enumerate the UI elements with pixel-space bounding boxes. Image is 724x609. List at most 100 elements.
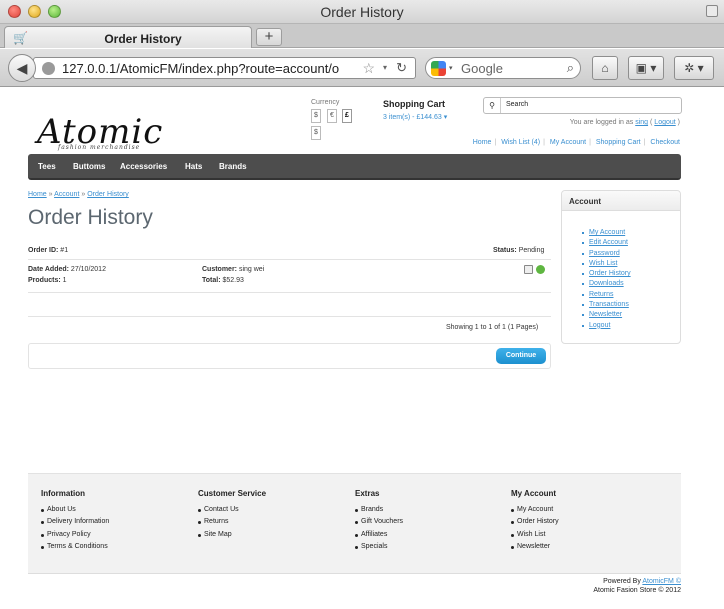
- sidebar-item-edit-account[interactable]: Edit Account: [582, 238, 631, 248]
- reload-icon[interactable]: ↻: [396, 60, 407, 76]
- top-link-my-account[interactable]: My Account: [550, 139, 586, 146]
- site-search-input[interactable]: Search: [506, 101, 528, 108]
- sidebar-link[interactable]: Edit Account: [589, 239, 628, 246]
- footer-link[interactable]: Specials: [354, 541, 403, 553]
- order-total: Total: $52.93: [202, 277, 244, 284]
- divider: [28, 316, 551, 317]
- browser-search-box[interactable]: ▾ Google ⌕: [425, 57, 581, 79]
- chevron-down-icon[interactable]: ▾: [444, 114, 448, 121]
- search-icon[interactable]: ⚲: [484, 98, 501, 113]
- footer-link[interactable]: Brands: [354, 504, 403, 516]
- breadcrumb-home[interactable]: Home: [28, 191, 47, 198]
- footer-link[interactable]: Delivery Information: [40, 516, 109, 528]
- sidebar-link[interactable]: My Account: [589, 229, 625, 236]
- sidebar-links: My Account Edit Account Password Wish Li…: [582, 228, 631, 331]
- fullscreen-icon[interactable]: [706, 5, 718, 17]
- google-icon[interactable]: [431, 61, 446, 76]
- powered-by: Powered By AtomicFM © Atomic Fasion Stor…: [593, 577, 681, 595]
- window-titlebar: Order History: [0, 0, 724, 24]
- cart-summary-text[interactable]: 3 item(s) - £144.63: [383, 114, 442, 121]
- globe-icon: [42, 62, 55, 75]
- view-order-icon[interactable]: [524, 265, 533, 274]
- home-button[interactable]: ⌂: [592, 56, 618, 80]
- sidebar-item-order-history[interactable]: Order History: [582, 269, 631, 279]
- footer-link[interactable]: Returns: [197, 516, 266, 528]
- window-title: Order History: [320, 4, 404, 20]
- top-link-wishlist[interactable]: Wish List (4): [501, 139, 540, 146]
- tab-order-history[interactable]: 🛒 Order History: [4, 26, 252, 48]
- address-bar[interactable]: 127.0.0.1/AtomicFM/index.php?route=accou…: [33, 57, 416, 79]
- footer-column-extras: Extras Brands Gift Vouchers Affiliates S…: [354, 489, 403, 554]
- menu-item-accessories[interactable]: Accessories: [120, 162, 167, 171]
- browser-toolbar: 127.0.0.1/AtomicFM/index.php?route=accou…: [0, 49, 724, 87]
- currency-other[interactable]: $: [311, 126, 321, 140]
- footer-link[interactable]: Wish List: [511, 529, 559, 541]
- bookmarks-menu-button[interactable]: ▣ ▾: [628, 56, 664, 80]
- sidebar-item-returns[interactable]: Returns: [582, 290, 631, 300]
- buttons-bar: Continue: [28, 343, 551, 369]
- menu-item-tees[interactable]: Tees: [38, 162, 56, 171]
- sidebar-item-my-account[interactable]: My Account: [582, 228, 631, 238]
- search-icon[interactable]: ⌕: [567, 60, 574, 76]
- sidebar-title: Account: [562, 191, 680, 211]
- footer-column-title: My Account: [511, 489, 557, 498]
- sidebar-link[interactable]: Downloads: [589, 280, 624, 287]
- breadcrumb-order-history[interactable]: Order History: [87, 191, 129, 198]
- search-engine-dropdown-icon[interactable]: ▾: [449, 64, 453, 72]
- sidebar-link[interactable]: Wish List: [589, 260, 617, 267]
- footer-link[interactable]: Newsletter: [511, 541, 559, 553]
- sidebar-link[interactable]: Transactions: [589, 301, 629, 308]
- bookmark-star-icon[interactable]: ☆: [362, 60, 375, 77]
- breadcrumb: Home » Account » Order History: [28, 191, 129, 198]
- sidebar-link[interactable]: Returns: [589, 291, 614, 298]
- footer-link[interactable]: Affiliates: [354, 529, 403, 541]
- sidebar-item-transactions[interactable]: Transactions: [582, 300, 631, 310]
- currency-usd[interactable]: $: [311, 109, 321, 123]
- sidebar-link[interactable]: Order History: [589, 270, 631, 277]
- top-link-shopping-cart[interactable]: Shopping Cart: [596, 139, 641, 146]
- sidebar-link[interactable]: Newsletter: [589, 311, 622, 318]
- footer-link[interactable]: Order History: [511, 516, 559, 528]
- footer-link[interactable]: Privacy Policy: [40, 529, 109, 541]
- shopping-cart-title: Shopping Cart: [383, 99, 445, 109]
- footer-link[interactable]: Site Map: [197, 529, 266, 541]
- reorder-icon[interactable]: [536, 265, 545, 274]
- footer-link[interactable]: About Us: [40, 504, 109, 516]
- menu-item-buttoms[interactable]: Buttoms: [73, 162, 105, 171]
- footer-link[interactable]: My Account: [511, 504, 559, 516]
- site-search-box[interactable]: ⚲ Search: [483, 97, 682, 114]
- top-link-checkout[interactable]: Checkout: [650, 139, 680, 146]
- footer-link[interactable]: Gift Vouchers: [354, 516, 403, 528]
- continue-button[interactable]: Continue: [496, 348, 546, 364]
- top-link-home[interactable]: Home: [473, 139, 492, 146]
- cart-summary-link[interactable]: 3 item(s) - £144.63 ▾: [383, 113, 447, 121]
- footer-link[interactable]: Contact Us: [197, 504, 266, 516]
- breadcrumb-account[interactable]: Account: [54, 191, 79, 198]
- plugins-menu-button[interactable]: ✲ ▾: [674, 56, 714, 80]
- currency-label: Currency: [311, 99, 340, 106]
- sidebar-item-logout[interactable]: Logout: [582, 321, 631, 331]
- browser-search-placeholder[interactable]: Google: [461, 61, 503, 76]
- menu-item-brands[interactable]: Brands: [219, 162, 247, 171]
- footer-column-title: Customer Service: [198, 489, 267, 498]
- sidebar-item-password[interactable]: Password: [582, 249, 631, 259]
- page-title: Order History: [28, 206, 153, 229]
- logout-link[interactable]: Logout: [654, 119, 675, 126]
- bookmark-dropdown-icon[interactable]: ▾: [383, 63, 387, 72]
- new-tab-button[interactable]: +: [256, 28, 282, 46]
- account-sidebar: Account My Account Edit Account Password…: [561, 190, 681, 344]
- sidebar-item-downloads[interactable]: Downloads: [582, 279, 631, 289]
- sidebar-link[interactable]: Logout: [589, 322, 610, 329]
- sidebar-link[interactable]: Password: [589, 250, 620, 257]
- order-customer-label: Customer:: [202, 266, 238, 273]
- sidebar-item-newsletter[interactable]: Newsletter: [582, 310, 631, 320]
- username-link[interactable]: sing: [635, 119, 648, 126]
- footer-link[interactable]: Terms & Conditions: [40, 541, 109, 553]
- sidebar-item-wish-list[interactable]: Wish List: [582, 259, 631, 269]
- address-url[interactable]: 127.0.0.1/AtomicFM/index.php?route=accou…: [62, 61, 352, 76]
- currency-eur[interactable]: €: [327, 109, 337, 123]
- powered-by-link[interactable]: AtomicFM ©: [642, 578, 681, 585]
- menu-item-hats[interactable]: Hats: [185, 162, 202, 171]
- currency-gbp[interactable]: £: [342, 109, 352, 123]
- back-button[interactable]: ◀: [8, 54, 36, 82]
